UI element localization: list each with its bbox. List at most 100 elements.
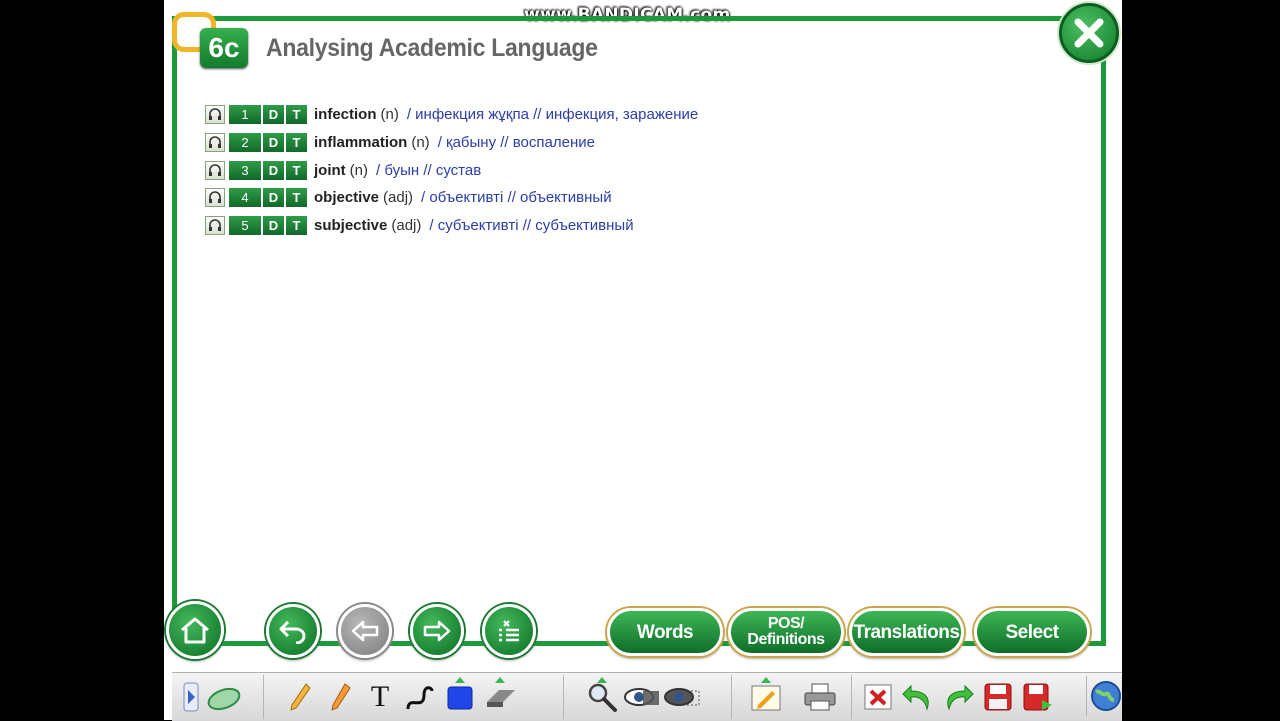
definitions-label: Definitions <box>747 631 825 648</box>
word-number[interactable]: 5 <box>229 216 261 236</box>
translations-button[interactable]: Translations <box>849 608 964 656</box>
pos-label: POS/ <box>767 615 805 632</box>
audio-button[interactable] <box>205 105 225 125</box>
notes-button[interactable] <box>746 677 786 717</box>
word-translation: / субъективті // субъективный <box>429 217 634 235</box>
word-number[interactable]: 4 <box>229 188 261 208</box>
freehand-tool-button[interactable] <box>400 677 440 717</box>
text-tool-label: T <box>370 680 390 713</box>
pencil-icon <box>290 683 311 711</box>
part-of-speech: (n) <box>349 161 368 179</box>
translation-button[interactable]: T <box>286 188 307 208</box>
headphones-icon <box>209 191 221 204</box>
part-of-speech: (n) <box>380 106 399 124</box>
shape-tool-button[interactable] <box>440 677 480 717</box>
reveal-tool-button[interactable] <box>662 677 702 717</box>
toolbar-group-edit <box>852 675 1088 719</box>
play-triangle-icon <box>183 682 199 712</box>
save-button[interactable] <box>978 677 1018 717</box>
options-indicator <box>495 677 505 683</box>
delete-annotations-button[interactable] <box>858 677 898 717</box>
previous-page-button[interactable] <box>338 604 392 658</box>
audio-button[interactable] <box>205 133 225 153</box>
print-button[interactable] <box>800 677 840 717</box>
home-icon <box>181 617 209 644</box>
globe-icon <box>1091 681 1121 711</box>
word-number[interactable]: 1 <box>229 105 261 125</box>
definition-button[interactable]: D <box>263 188 284 208</box>
printer-icon <box>804 683 836 711</box>
web-link-button[interactable] <box>1086 676 1125 716</box>
clear-list-button[interactable] <box>482 604 536 658</box>
vocab-word: joint <box>314 161 346 179</box>
home-button[interactable] <box>166 601 224 659</box>
mouse-pointer-button[interactable] <box>204 677 244 717</box>
definition-button[interactable]: D <box>263 105 284 125</box>
zoom-tool-button[interactable] <box>582 677 622 717</box>
audio-button[interactable] <box>205 160 225 180</box>
toolbar-group-drawing: T <box>264 675 564 719</box>
eraser-tool-button[interactable] <box>480 677 520 717</box>
mouse-icon <box>207 687 241 711</box>
vocab-row: 2 D T inflammation (n) / қабыну // воспа… <box>205 129 698 157</box>
eye-reveal-icon <box>664 688 700 706</box>
notepad-icon <box>751 685 781 711</box>
audio-button[interactable] <box>205 216 225 236</box>
translation-button[interactable]: T <box>286 160 307 180</box>
word-translation: / буын // сустав <box>376 161 482 179</box>
magnifier-icon <box>588 683 617 712</box>
options-indicator <box>455 677 465 683</box>
undo-arrow-icon <box>279 620 306 644</box>
headphones-icon <box>209 163 221 176</box>
vocab-word: subjective <box>314 217 388 235</box>
close-button[interactable] <box>1059 3 1119 63</box>
options-indicator <box>597 677 607 683</box>
floppy-disk-icon <box>984 683 1012 711</box>
words-button[interactable]: Words <box>607 608 723 656</box>
toolbar-group-pointer <box>172 675 264 719</box>
part-of-speech: (n) <box>411 134 430 152</box>
highlighter-tool-button[interactable] <box>320 677 360 717</box>
page-title: Analysing Academic Language <box>266 34 598 62</box>
translation-button[interactable]: T <box>286 105 307 125</box>
translation-button[interactable]: T <box>286 133 307 153</box>
pen-tool-button[interactable] <box>280 677 320 717</box>
definition-button[interactable]: D <box>263 133 284 153</box>
toolbar-group-notes <box>732 675 852 719</box>
word-translation: / объективті // объективный <box>421 189 612 207</box>
vocab-row: 1 D T infection (n) / инфекция жұқпа // … <box>205 101 698 129</box>
vocab-row: 5 D T subjective (adj) / субъективті // … <box>205 212 698 240</box>
vocab-row: 4 D T objective (adj) / объективті // об… <box>205 184 698 212</box>
undo-button[interactable] <box>898 677 938 717</box>
word-number[interactable]: 2 <box>229 133 261 153</box>
vocab-word: objective <box>314 189 380 207</box>
next-page-button[interactable] <box>410 604 464 658</box>
options-indicator <box>761 677 771 683</box>
definition-button[interactable]: D <box>263 160 284 180</box>
word-translation: / инфекция жұқпа // инфекция, заражение <box>406 106 699 124</box>
spotlight-tool-button[interactable] <box>622 677 662 717</box>
vocab-list: 1 D T infection (n) / инфекция жұқпа // … <box>205 101 698 239</box>
translation-button[interactable]: T <box>286 216 307 236</box>
freehand-curve-icon <box>406 686 434 710</box>
audio-button[interactable] <box>205 188 225 208</box>
unit-badge: 6c <box>172 12 252 70</box>
redo-button[interactable] <box>938 677 978 717</box>
text-tool-button[interactable]: T <box>360 677 400 717</box>
toolbar-group-view <box>564 675 732 719</box>
collapse-toolbar-button[interactable] <box>178 677 204 717</box>
vocab-word: inflammation <box>314 134 408 152</box>
definition-button[interactable]: D <box>263 216 284 236</box>
list-clear-icon <box>499 620 519 642</box>
select-button[interactable]: Select <box>974 608 1090 656</box>
vocab-row: 3 D T joint (n) / буын // сустав <box>205 156 698 184</box>
back-button[interactable] <box>266 604 320 658</box>
floppy-disk-arrow-icon <box>1023 683 1052 711</box>
word-number[interactable]: 3 <box>229 160 261 180</box>
headphones-icon <box>209 136 221 149</box>
save-as-button[interactable] <box>1018 677 1058 717</box>
arrow-left-icon <box>351 620 379 642</box>
pos-definitions-button[interactable]: POS/ Definitions <box>728 608 844 656</box>
highlighter-icon <box>331 683 351 711</box>
blue-square-icon <box>447 686 473 710</box>
